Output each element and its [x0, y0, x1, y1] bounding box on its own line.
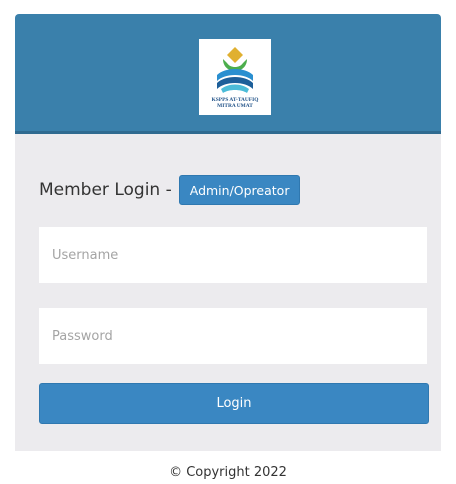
username-input[interactable] [39, 227, 427, 283]
footer: © Copyright 2022 [15, 451, 441, 484]
logo-text: KSPPS AT-TAUFIQ MITRA UMAT [199, 97, 271, 109]
header-banner: KSPPS AT-TAUFIQ MITRA UMAT [15, 14, 441, 134]
logo: KSPPS AT-TAUFIQ MITRA UMAT [199, 39, 271, 115]
copyright-text: © Copyright 2022 [169, 465, 287, 480]
login-title-row: Member Login - Admin/Opreator [39, 175, 301, 205]
logo-text-line2: MITRA UMAT [217, 103, 253, 109]
admin-operator-button[interactable]: Admin/Opreator [178, 175, 301, 205]
login-card: KSPPS AT-TAUFIQ MITRA UMAT Member Login … [15, 14, 441, 484]
password-input[interactable] [39, 308, 427, 364]
login-title: Member Login - [39, 180, 172, 200]
login-button[interactable]: Login [39, 383, 429, 424]
logo-emblem-icon [217, 47, 253, 93]
